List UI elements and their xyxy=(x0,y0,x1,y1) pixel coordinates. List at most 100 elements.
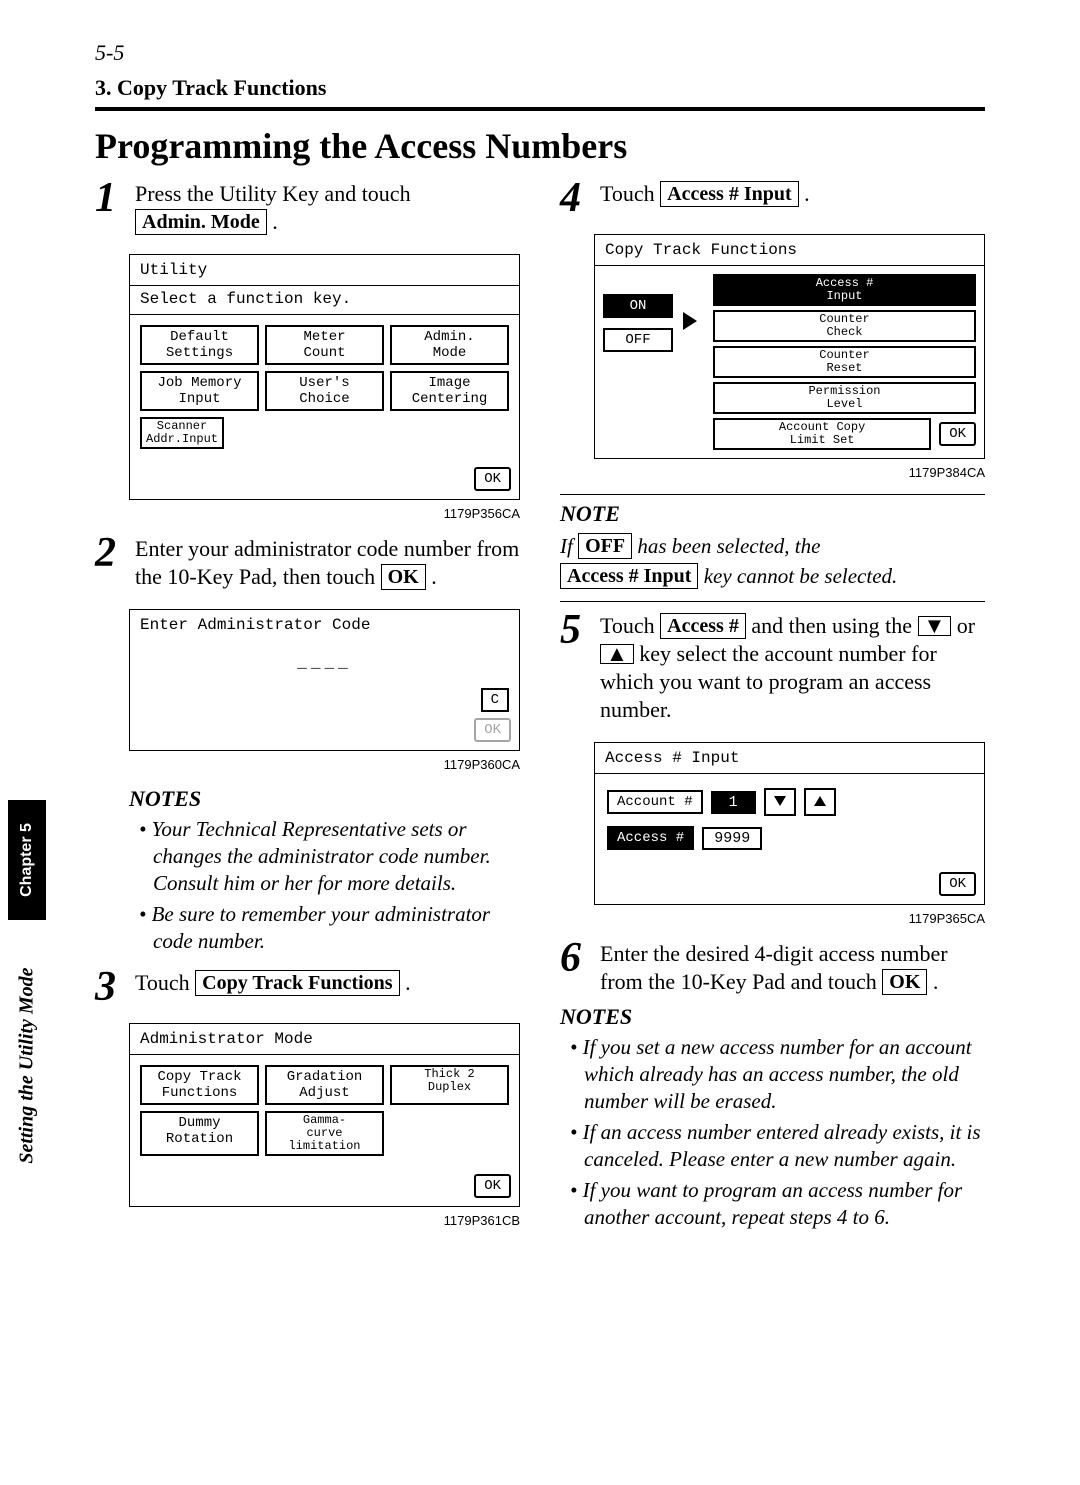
access-input-key: Access # Input xyxy=(660,181,798,207)
step-text-fragment: key select the account number for which … xyxy=(600,641,937,722)
access-number-value[interactable]: 9999 xyxy=(702,827,762,850)
access-input-button[interactable]: Access # Input xyxy=(713,274,976,306)
off-key: OFF xyxy=(578,533,632,559)
arrow-indicator xyxy=(683,274,703,335)
section-header: 3. Copy Track Functions xyxy=(95,75,985,111)
account-row: Account # 1 xyxy=(607,788,972,816)
default-settings-button[interactable]: Default Settings xyxy=(140,325,259,365)
step-text-fragment: or xyxy=(957,613,975,638)
admin-mode-button[interactable]: Admin. Mode xyxy=(390,325,509,365)
side-tab: Chapter 5 Setting the Utility Mode xyxy=(8,700,46,1200)
clear-button[interactable]: C xyxy=(481,688,509,712)
figure-caption: 1179P361CB xyxy=(129,1213,520,1228)
up-arrow-button[interactable] xyxy=(804,788,836,816)
step-text: Touch Access # and then using the ▼ or ▲… xyxy=(600,612,985,724)
step-text: Enter your administrator code number fro… xyxy=(135,535,520,591)
page-number: 5-5 xyxy=(95,40,124,66)
content-columns: 1 Press the Utility Key and touch Admin.… xyxy=(95,180,985,1242)
access-row: Access # 9999 xyxy=(607,826,972,850)
access-input-panel: Access # Input Account # 1 Access # 9999… xyxy=(594,742,985,905)
divider xyxy=(560,601,985,602)
step-text-fragment: and then using the xyxy=(751,613,917,638)
step-text: Enter the desired 4-digit access number … xyxy=(600,940,985,996)
copy-track-functions-button[interactable]: Copy Track Functions xyxy=(140,1065,259,1105)
down-arrow-button[interactable] xyxy=(764,788,796,816)
step-number: 3 xyxy=(95,969,123,1005)
panel-title: Utility xyxy=(130,255,519,285)
button-row: Copy Track Functions Gradation Adjust Th… xyxy=(140,1065,509,1105)
account-copy-limit-set-button[interactable]: Account Copy Limit Set xyxy=(713,418,931,450)
step-text: Touch Copy Track Functions . xyxy=(135,969,411,1005)
step-4: 4 Touch Access # Input . xyxy=(560,180,985,216)
figure-caption: 1179P360CA xyxy=(129,757,520,772)
section-tab: Setting the Utility Mode xyxy=(8,930,46,1200)
panel-body: Copy Track Functions Gradation Adjust Th… xyxy=(130,1054,519,1166)
dummy-rotation-button[interactable]: Dummy Rotation xyxy=(140,1111,259,1156)
users-choice-button[interactable]: User's Choice xyxy=(265,371,384,411)
section-tab-label: Setting the Utility Mode xyxy=(16,967,39,1163)
step-text-fragment: Press the Utility Key and touch xyxy=(135,181,411,206)
code-placeholder[interactable]: ____ xyxy=(279,652,369,674)
step-number: 6 xyxy=(560,940,588,996)
figure-caption: 1179P365CA xyxy=(594,911,985,926)
counter-check-button[interactable]: Counter Check xyxy=(713,310,976,342)
panel-title: Enter Administrator Code xyxy=(130,610,519,638)
step-text-fragment: . xyxy=(804,181,810,206)
admin-code-panel: Enter Administrator Code ____ C OK xyxy=(129,609,520,751)
off-button[interactable]: OFF xyxy=(603,328,673,352)
step-text-fragment: Touch xyxy=(135,970,195,995)
notes-heading: NOTES xyxy=(560,1004,985,1030)
step-1: 1 Press the Utility Key and touch Admin.… xyxy=(95,180,520,236)
step-3: 3 Touch Copy Track Functions . xyxy=(95,969,520,1005)
step-number: 2 xyxy=(95,535,123,591)
ok-button[interactable]: OK xyxy=(939,422,976,446)
ctf-layout: ON OFF Access # Input Counter Check Coun… xyxy=(603,274,976,450)
note-body: If OFF has been selected, the Access # I… xyxy=(560,531,985,591)
ok-button[interactable]: OK xyxy=(474,1174,511,1198)
left-column: 1 Press the Utility Key and touch Admin.… xyxy=(95,180,520,1242)
panel-subtitle: Select a function key. xyxy=(130,285,519,314)
chapter-tab-label: Chapter 5 xyxy=(18,823,36,897)
permission-level-button[interactable]: Permission Level xyxy=(713,382,976,414)
button-row: Scanner Addr.Input xyxy=(140,417,509,449)
gradation-adjust-button[interactable]: Gradation Adjust xyxy=(265,1065,384,1105)
step-5: 5 Touch Access # and then using the ▼ or… xyxy=(560,612,985,724)
account-number-button[interactable]: Account # xyxy=(607,790,703,814)
ok-button[interactable]: OK xyxy=(474,467,511,491)
menu-column: Access # Input Counter Check Counter Res… xyxy=(713,274,976,450)
note-item: Your Technical Representative sets or ch… xyxy=(139,816,520,897)
clear-row: C xyxy=(130,688,519,716)
counter-reset-button[interactable]: Counter Reset xyxy=(713,346,976,378)
up-arrow-key: ▲ xyxy=(600,644,634,664)
job-memory-input-button[interactable]: Job Memory Input xyxy=(140,371,259,411)
ok-row: OK xyxy=(130,716,519,750)
step-text-fragment: . xyxy=(431,564,437,589)
page-title: Programming the Access Numbers xyxy=(95,125,627,167)
meter-count-button[interactable]: Meter Count xyxy=(265,325,384,365)
note-item: If you set a new access number for an ac… xyxy=(570,1034,985,1115)
notes-list: Your Technical Representative sets or ch… xyxy=(139,816,520,955)
thick2-duplex-button[interactable]: Thick 2 Duplex xyxy=(390,1065,509,1105)
step-text-fragment: Touch xyxy=(600,613,660,638)
panel-body: Account # 1 Access # 9999 xyxy=(595,774,984,864)
right-column: 4 Touch Access # Input . Copy Track Func… xyxy=(560,180,985,1242)
gamma-curve-limitation-button[interactable]: Gamma- curve limitation xyxy=(265,1111,384,1156)
ok-button[interactable]: OK xyxy=(939,872,976,896)
copy-track-functions-key: Copy Track Functions xyxy=(195,970,399,996)
note-heading: NOTE xyxy=(560,501,985,527)
down-arrow-icon xyxy=(774,796,786,806)
ok-row: OK xyxy=(595,864,984,904)
step-number: 1 xyxy=(95,180,123,236)
on-button[interactable]: ON xyxy=(603,294,673,318)
access-number-button[interactable]: Access # xyxy=(607,826,694,850)
panel-body: ON OFF Access # Input Counter Check Coun… xyxy=(595,266,984,458)
scanner-addr-input-button[interactable]: Scanner Addr.Input xyxy=(140,417,224,449)
step-text-fragment: Enter your administrator code number fro… xyxy=(135,536,519,589)
onoff-column: ON OFF xyxy=(603,274,673,352)
note-item: Be sure to remember your administrator c… xyxy=(139,901,520,955)
figure-caption: 1179P384CA xyxy=(594,465,985,480)
panel-title: Administrator Mode xyxy=(130,1024,519,1054)
image-centering-button[interactable]: Image Centering xyxy=(390,371,509,411)
admin-mode-panel: Administrator Mode Copy Track Functions … xyxy=(129,1023,520,1207)
chapter-tab: Chapter 5 xyxy=(8,800,46,920)
